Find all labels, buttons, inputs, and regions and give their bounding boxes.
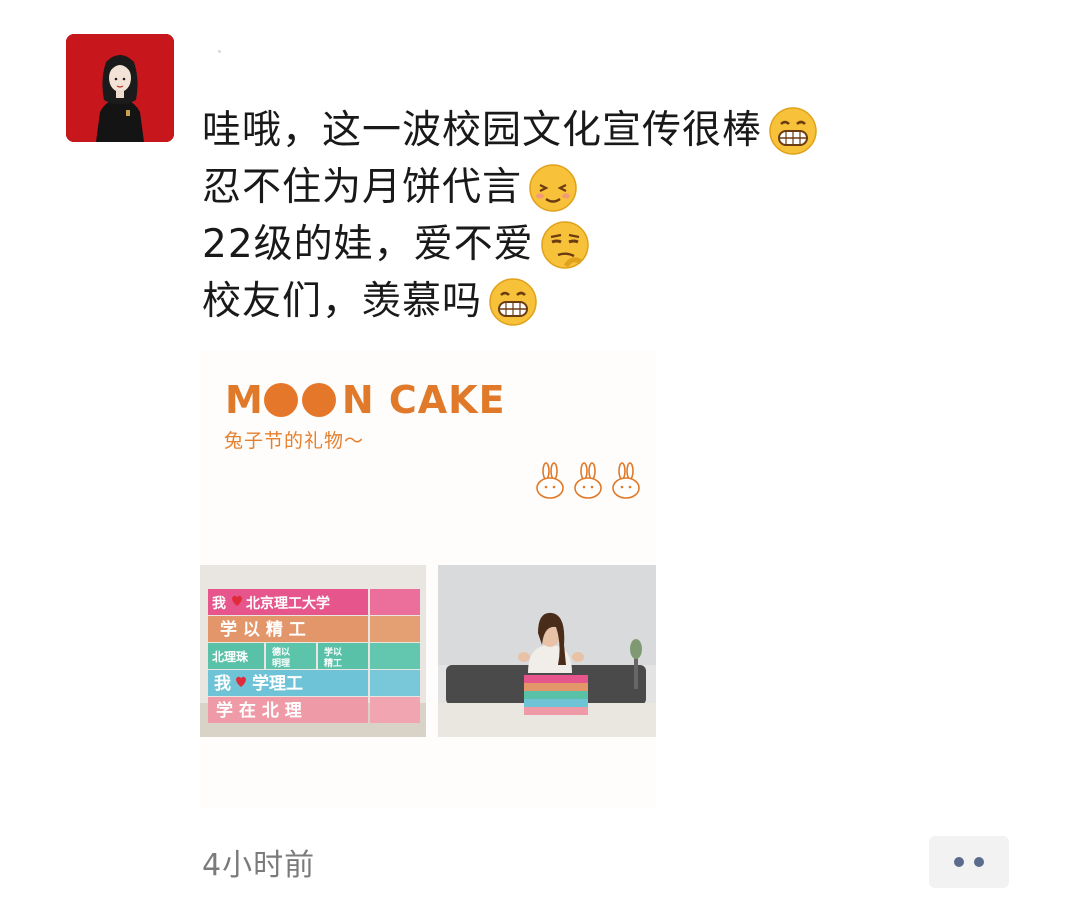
svg-text:学以: 学以 [324, 646, 342, 658]
grinning-face-icon [768, 106, 818, 156]
post-line-text: 忍不住为月饼代言 [202, 165, 523, 210]
svg-text:我: 我 [214, 674, 231, 694]
avatar[interactable] [66, 34, 174, 142]
svg-text:我: 我 [212, 596, 226, 612]
post-line: 哇哦，这一波校园文化宣传很棒 [202, 102, 942, 159]
post-line: 22级的娃，爱不爱 [202, 216, 942, 273]
svg-text:学理工: 学理工 [252, 673, 303, 694]
grinning-face-icon [488, 277, 538, 327]
woman-with-boxes-illustration [438, 565, 656, 737]
svg-text:精工: 精工 [324, 657, 342, 669]
gift-boxes-photo[interactable]: 我 北京理工大学 学 以 精 工 北理珠 德以 明理 学以 精工 我 学理工 学 在… [200, 565, 426, 737]
smirk-face-icon [540, 220, 590, 270]
post-line: 校友们，羡慕吗 [202, 273, 942, 330]
avatar-illustration [66, 34, 174, 142]
post-line-text: 22级的娃，爱不爱 [202, 222, 534, 267]
title-suffix: N CAKE [341, 378, 506, 422]
post-image[interactable]: M N CAKE 兔子节的礼物～ 我 北京理工大学 学 以 精 工 北理珠 德以… [200, 350, 656, 808]
svg-text:明理: 明理 [272, 658, 290, 669]
bunny-icons [536, 462, 640, 499]
svg-text:北京理工大学: 北京理工大学 [246, 595, 330, 612]
svg-text:学 以 精 工: 学 以 精 工 [220, 619, 306, 640]
more-dot-icon [954, 857, 964, 867]
svg-text:德以: 德以 [272, 646, 290, 658]
relieved-face-icon [528, 163, 578, 213]
decorative-dot [218, 50, 221, 53]
moon-cake-title: M N CAKE [225, 378, 506, 422]
post-line-text: 校友们，羡慕吗 [202, 279, 483, 324]
mooncake-circle-icon [301, 383, 336, 417]
woman-with-boxes-photo[interactable] [438, 565, 656, 737]
svg-text:学 在 北 理: 学 在 北 理 [216, 700, 302, 721]
post-line-text: 哇哦，这一波校园文化宣传很棒 [202, 108, 763, 153]
gift-boxes-illustration: 我 北京理工大学 学 以 精 工 北理珠 德以明理 学以精工 我 学理工 学 在… [200, 565, 426, 737]
more-dot-icon [974, 857, 984, 867]
more-actions-button[interactable] [929, 836, 1009, 888]
post-timestamp: 4小时前 [202, 848, 316, 883]
post-text: 哇哦，这一波校园文化宣传很棒 忍不住为月饼代言 22级的娃，爱不爱 校友们，羡慕… [202, 102, 942, 330]
post-line: 忍不住为月饼代言 [202, 159, 942, 216]
title-prefix: M [225, 378, 264, 422]
card-subtitle: 兔子节的礼物～ [224, 430, 365, 452]
svg-text:北理珠: 北理珠 [212, 649, 249, 664]
mooncake-circle-icon [263, 383, 298, 417]
